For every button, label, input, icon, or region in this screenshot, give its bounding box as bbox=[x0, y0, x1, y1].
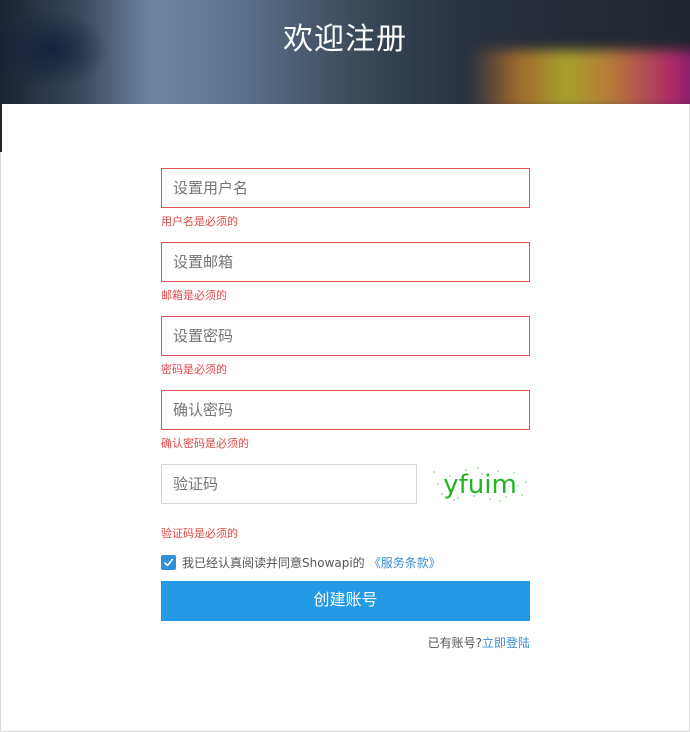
header-banner: 欢迎注册 bbox=[0, 0, 690, 104]
agreement-text: 我已经认真阅读并同意Showapi的 bbox=[182, 555, 365, 570]
terms-link[interactable]: 《服务条款》 bbox=[369, 554, 441, 571]
username-input[interactable] bbox=[161, 168, 530, 208]
captcha-svg: yfuim bbox=[433, 467, 527, 502]
login-row: 已有账号?立即登陆 bbox=[428, 634, 530, 651]
email-error: 邮箱是必须的 bbox=[161, 289, 227, 302]
confirm-password-error: 确认密码是必须的 bbox=[161, 437, 249, 450]
password-input[interactable] bbox=[161, 316, 530, 356]
panel-corner-mark bbox=[0, 104, 2, 152]
captcha-input[interactable] bbox=[161, 464, 417, 504]
password-error: 密码是必须的 bbox=[161, 363, 227, 376]
login-link[interactable]: 立即登陆 bbox=[482, 636, 530, 650]
username-error: 用户名是必须的 bbox=[161, 215, 238, 228]
create-account-button[interactable]: 创建账号 bbox=[161, 581, 530, 621]
agreement-checkbox[interactable] bbox=[161, 554, 176, 570]
captcha-error: 验证码是必须的 bbox=[161, 527, 238, 540]
email-input[interactable] bbox=[161, 242, 530, 282]
page-title: 欢迎注册 bbox=[283, 22, 407, 57]
captcha-text: yfuim bbox=[443, 470, 517, 500]
check-icon bbox=[164, 558, 174, 566]
confirm-password-input[interactable] bbox=[161, 390, 530, 430]
captcha-image[interactable]: yfuim bbox=[430, 464, 530, 504]
login-prompt: 已有账号? bbox=[427, 636, 482, 650]
agreement-row: 我已经认真阅读并同意Showapi的 《服务条款》 bbox=[161, 554, 441, 570]
